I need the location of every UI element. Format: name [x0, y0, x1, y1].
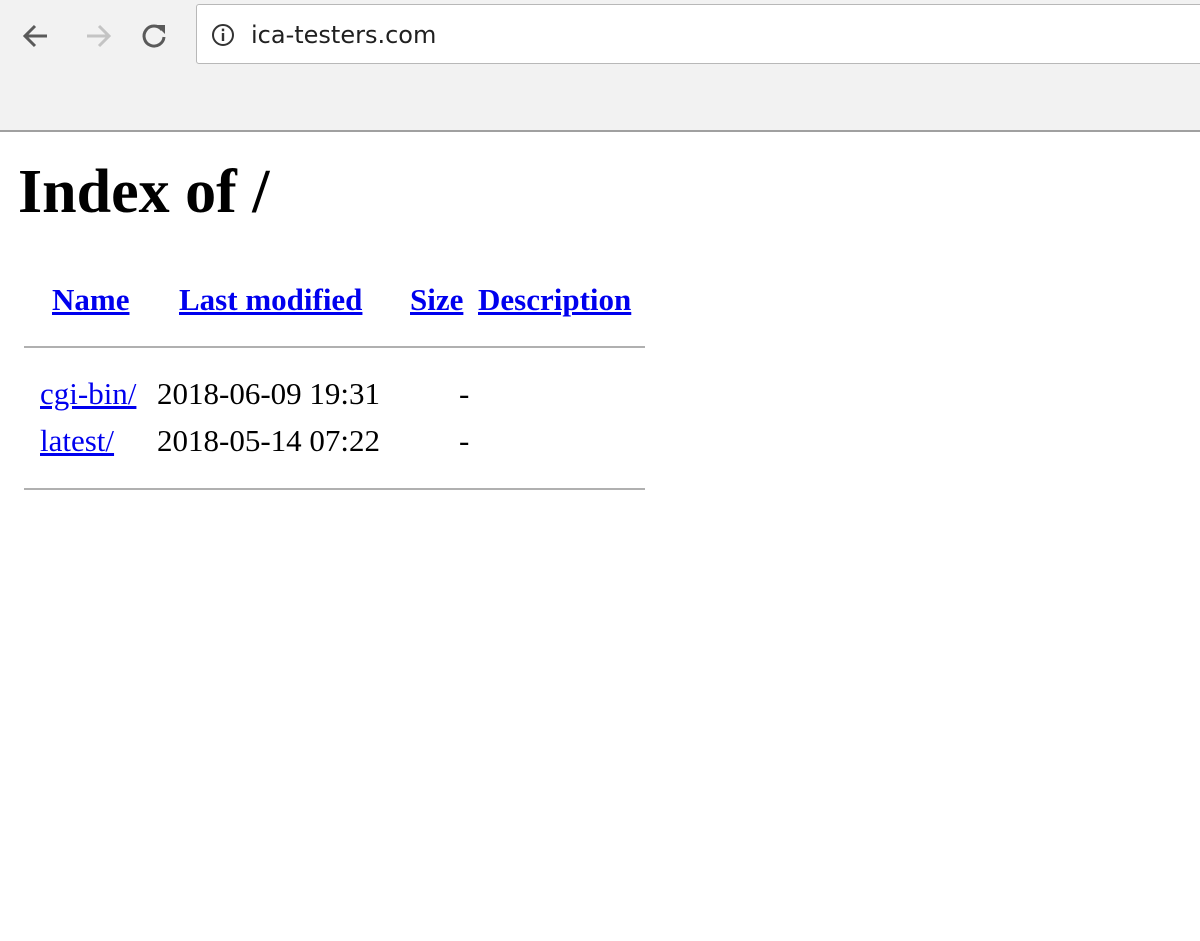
- page-title: Index of /: [18, 158, 270, 226]
- entry-link-cgi-bin[interactable]: cgi-bin/: [40, 376, 136, 412]
- back-button[interactable]: [16, 14, 56, 58]
- entry-modified: 2018-05-14 07:22: [157, 423, 381, 458]
- column-header-last-modified[interactable]: Last modified: [179, 282, 362, 318]
- divider-bottom: [24, 488, 645, 490]
- forward-button[interactable]: [78, 14, 118, 58]
- page-content: Index of / Name Last modified Size Descr…: [0, 132, 1200, 941]
- column-header-name[interactable]: Name: [52, 282, 129, 318]
- arrow-right-icon: [87, 24, 112, 48]
- divider-top: [24, 346, 645, 348]
- entry-link-latest[interactable]: latest/: [40, 423, 114, 459]
- column-header-description[interactable]: Description: [478, 282, 631, 318]
- column-header-size[interactable]: Size: [410, 282, 463, 318]
- url-text[interactable]: ica-testers.com: [251, 19, 436, 51]
- reload-icon: [142, 24, 166, 48]
- info-icon[interactable]: [211, 23, 235, 47]
- reload-button[interactable]: [134, 14, 174, 58]
- entry-modified: 2018-06-09 19:31: [157, 376, 381, 411]
- entry-size: -: [459, 423, 470, 458]
- browser-toolbar: ica-testers.com: [0, 0, 1200, 132]
- arrow-left-icon: [22, 24, 47, 48]
- entry-size: -: [459, 376, 470, 411]
- address-bar[interactable]: ica-testers.com: [196, 4, 1200, 64]
